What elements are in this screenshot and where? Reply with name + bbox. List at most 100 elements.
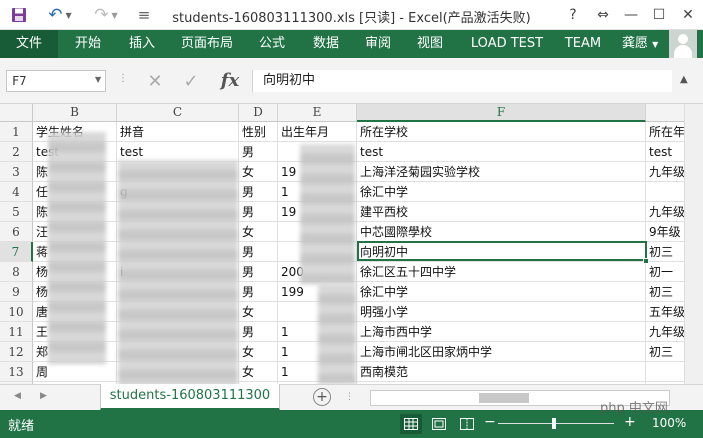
zoom-out-button[interactable]: − [484, 414, 496, 430]
page-layout-view-icon[interactable] [428, 414, 450, 434]
column-header[interactable]: E [278, 104, 357, 122]
chevron-down-icon[interactable]: ▼ [95, 75, 101, 84]
table-cell[interactable]: 西南模范 [357, 362, 646, 382]
tab-view[interactable]: 视图 [408, 30, 452, 58]
table-cell[interactable]: 所在学校 [357, 122, 646, 142]
zoom-slider[interactable] [498, 423, 614, 424]
maximize-icon[interactable]: ☐ [648, 4, 670, 26]
save-icon[interactable] [8, 5, 30, 25]
column-header[interactable]: B [33, 104, 117, 122]
table-cell[interactable]: 拼音 [117, 122, 239, 142]
row-header[interactable]: 2 [0, 142, 33, 162]
zoom-in-button[interactable]: + [624, 414, 636, 430]
table-cell[interactable]: 徐汇中学 [357, 182, 646, 202]
status-ready: 就绪 [8, 419, 35, 434]
column-header[interactable]: D [239, 104, 278, 122]
table-cell[interactable]: 中芯國際學校 [357, 222, 646, 242]
row-header[interactable]: 9 [0, 282, 33, 302]
table-cell[interactable]: 男 [239, 282, 278, 302]
table-cell[interactable]: 徐汇中学 [357, 282, 646, 302]
watermark: php 中文网 [600, 401, 668, 416]
avatar[interactable] [669, 30, 697, 58]
table-cell[interactable]: 上海市闸北区田家炳中学 [357, 342, 646, 362]
expand-formula-bar-icon[interactable]: ▲ [680, 74, 688, 85]
tab-page-layout[interactable]: 页面布局 [174, 30, 240, 58]
table-cell[interactable]: 上海洋泾菊园实验学校 [357, 162, 646, 182]
table-cell[interactable]: 男 [239, 242, 278, 262]
formula-bar: F7 ▼ ⋮ ✕ ✓ fx 向明初中 ▲ [0, 58, 703, 104]
sheet-nav-prev-icon[interactable]: ◀ [14, 391, 21, 401]
redo-icon[interactable]: ↷ ▼ [86, 5, 126, 25]
user-name[interactable]: 龚愿 ▼ [622, 30, 658, 58]
tab-review[interactable]: 审阅 [356, 30, 400, 58]
table-cell[interactable]: 女 [239, 222, 278, 242]
table-cell[interactable]: 男 [239, 262, 278, 282]
table-cell[interactable]: 性别 [239, 122, 278, 142]
tab-formulas[interactable]: 公式 [250, 30, 294, 58]
table-cell[interactable]: 向明初中 [357, 242, 646, 262]
table-cell[interactable]: 女 [239, 302, 278, 322]
table-cell[interactable]: 男 [239, 142, 278, 162]
ribbon-tab-bar: 文件 开始 插入 页面布局 公式 数据 审阅 视图 LOAD TEST TEAM… [0, 30, 703, 58]
table-cell[interactable]: test [357, 142, 646, 162]
column-header[interactable]: F [357, 104, 646, 122]
table-cell[interactable]: 男 [239, 182, 278, 202]
tab-insert[interactable]: 插入 [120, 30, 164, 58]
table-cell[interactable]: 出生年月 [278, 122, 357, 142]
row-header[interactable]: 5 [0, 202, 33, 222]
table-cell[interactable]: test [117, 142, 239, 162]
undo-icon[interactable]: ↶ ▼ [40, 5, 80, 25]
customize-quick-access-icon[interactable]: ≡ [134, 5, 154, 25]
row-header[interactable]: 3 [0, 162, 33, 182]
sheet-tab-students[interactable]: students-160803111300 [100, 384, 280, 411]
insert-function-icon[interactable]: fx [216, 68, 244, 94]
tab-team[interactable]: TEAM [560, 30, 606, 58]
column-header[interactable]: C [117, 104, 239, 122]
zoom-slider-handle[interactable] [552, 418, 556, 429]
avatar-head-icon [678, 34, 688, 44]
scroll-thumb[interactable] [479, 393, 529, 403]
tab-file[interactable]: 文件 [0, 30, 58, 58]
tab-load-test[interactable]: LOAD TEST [466, 30, 548, 58]
table-cell[interactable]: 男 [239, 322, 278, 342]
resize-dots-icon[interactable]: ⋮ [118, 73, 128, 84]
row-header[interactable]: 7 [0, 242, 33, 262]
minimize-icon[interactable]: — [620, 4, 642, 26]
confirm-entry-icon[interactable]: ✓ [178, 68, 204, 94]
row-header[interactable]: 6 [0, 222, 33, 242]
fill-handle[interactable] [643, 258, 649, 264]
row-header[interactable]: 11 [0, 322, 33, 342]
table-cell[interactable]: 建平西校 [357, 202, 646, 222]
table-cell[interactable]: 女 [239, 162, 278, 182]
help-icon[interactable]: ? [562, 4, 584, 26]
name-box[interactable]: F7 [6, 70, 106, 92]
close-icon[interactable]: ✕ [677, 4, 699, 26]
row-header[interactable]: 12 [0, 342, 33, 362]
table-cell[interactable]: 周 [33, 362, 117, 382]
normal-view-icon[interactable] [400, 414, 422, 434]
table-cell[interactable]: 男 [239, 202, 278, 222]
splitter-dots-icon[interactable]: ⋮ [345, 392, 354, 402]
tab-data[interactable]: 数据 [304, 30, 348, 58]
formula-input[interactable]: 向明初中 [252, 70, 672, 92]
zoom-level[interactable]: 100% [652, 416, 686, 430]
ribbon-display-options-icon[interactable]: ⇔ [592, 4, 614, 26]
row-header[interactable]: 13 [0, 362, 33, 382]
page-break-preview-icon[interactable] [456, 414, 478, 434]
row-header[interactable]: 10 [0, 302, 33, 322]
table-cell[interactable]: 徐汇区五十四中学 [357, 262, 646, 282]
vertical-scrollbar[interactable] [684, 104, 703, 384]
sheet-nav-next-icon[interactable]: ▶ [40, 391, 47, 401]
select-all-corner[interactable] [0, 104, 33, 122]
row-header[interactable]: 1 [0, 122, 33, 142]
tab-home[interactable]: 开始 [66, 30, 110, 58]
row-header[interactable]: 8 [0, 262, 33, 282]
cancel-entry-icon[interactable]: ✕ [142, 68, 168, 94]
table-cell[interactable]: 女 [239, 362, 278, 382]
table-cell[interactable]: 上海市西中学 [357, 322, 646, 342]
add-sheet-button[interactable]: + [313, 388, 331, 406]
worksheet-grid[interactable]: BCDEF1学生姓名拼音性别出生年月所在学校所在年2testtest男testt… [0, 104, 703, 384]
table-cell[interactable]: 女 [239, 342, 278, 362]
row-header[interactable]: 4 [0, 182, 33, 202]
table-cell[interactable]: 明强小学 [357, 302, 646, 322]
